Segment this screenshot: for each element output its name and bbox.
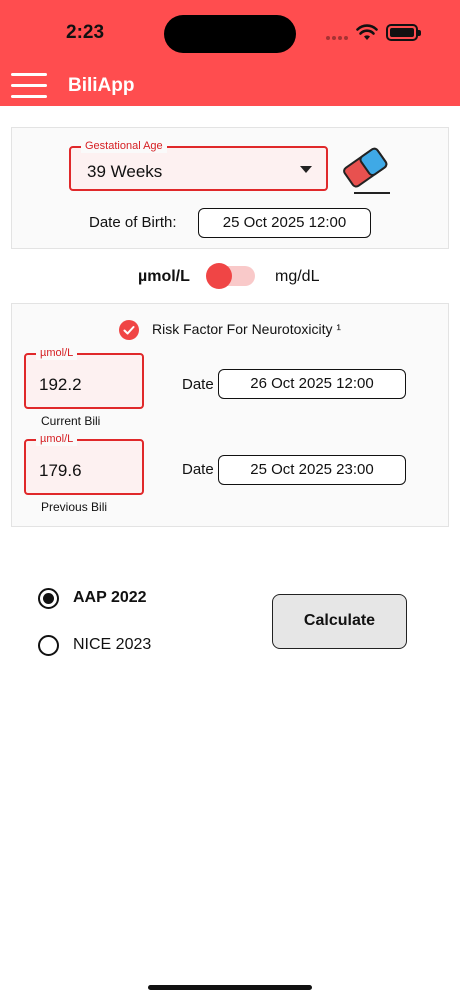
unit-toggle[interactable] xyxy=(206,263,255,289)
risk-factor-label: Risk Factor For Neurotoxicity ¹ xyxy=(152,321,342,337)
app-title: BiliApp xyxy=(68,75,135,96)
previous-bili-unit: µmol/L xyxy=(36,432,78,446)
current-date-label: Date xyxy=(182,376,214,393)
current-bili-value: 192.2 xyxy=(39,375,82,394)
dob-date-picker[interactable]: 25 Oct 2025 12:00 xyxy=(198,208,371,238)
gestational-age-value: 39 Weeks xyxy=(87,162,163,181)
previous-date-picker[interactable]: 25 Oct 2025 23:00 xyxy=(218,455,406,485)
nice-2023-label: NICE 2023 xyxy=(73,636,152,653)
radio-aap-2022[interactable] xyxy=(38,588,59,609)
toggle-knob xyxy=(206,263,232,289)
current-bili-input[interactable]: µmol/L 192.2 xyxy=(24,346,144,409)
radio-nice-2023[interactable] xyxy=(38,635,59,656)
previous-bili-value: 179.6 xyxy=(39,461,82,480)
unit-umol-label: µmol/L xyxy=(138,268,190,285)
previous-date-label: Date xyxy=(182,461,214,478)
gestational-age-label: Gestational Age xyxy=(81,139,167,153)
current-bili-caption: Current Bili xyxy=(41,414,101,428)
eraser-icon[interactable] xyxy=(336,143,394,195)
current-bili-unit: µmol/L xyxy=(36,346,78,360)
dob-label: Date of Birth: xyxy=(89,214,177,231)
calculate-button[interactable]: Calculate xyxy=(272,594,407,649)
unit-mgdl-label: mg/dL xyxy=(275,268,320,285)
dynamic-island xyxy=(164,15,296,53)
wifi-icon xyxy=(356,24,378,40)
current-date-picker[interactable]: 26 Oct 2025 12:00 xyxy=(218,369,406,399)
gestational-age-select[interactable]: Gestational Age 39 Weeks xyxy=(69,139,328,191)
app-header: 2:23 BiliApp xyxy=(0,0,460,106)
menu-icon[interactable] xyxy=(11,73,47,99)
cellular-icon xyxy=(326,36,348,40)
home-indicator[interactable] xyxy=(148,985,312,990)
chevron-down-icon xyxy=(300,166,312,173)
battery-icon xyxy=(386,24,421,41)
status-time: 2:23 xyxy=(66,22,105,43)
aap-2022-label: AAP 2022 xyxy=(73,589,147,606)
previous-bili-caption: Previous Bili xyxy=(41,500,108,514)
previous-bili-input[interactable]: µmol/L 179.6 xyxy=(24,432,144,495)
check-icon[interactable] xyxy=(119,320,139,340)
